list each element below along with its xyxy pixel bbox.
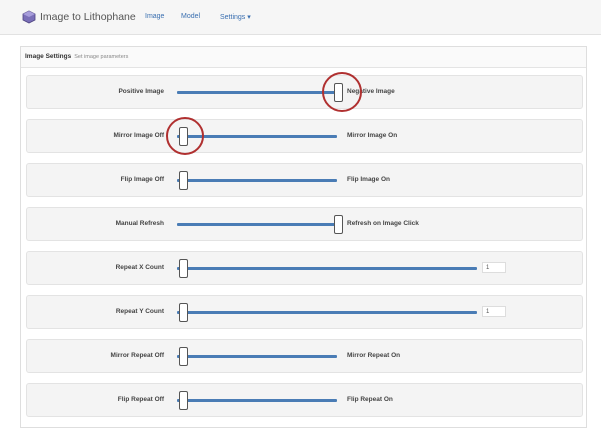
slider-track-flip-repeat[interactable] — [177, 399, 337, 402]
lithophane-logo-icon — [22, 10, 36, 24]
image-settings-panel: Image Settings Set image parameters Posit… — [20, 46, 587, 428]
label-flip-on: Flip Image On — [347, 176, 390, 183]
label-repeat-y: Repeat Y Count — [115, 308, 164, 315]
label-mirror-on: Mirror Image On — [347, 132, 398, 139]
panel-subtitle: Set image parameters — [74, 54, 129, 60]
label-flip-repeat-off: Flip Repeat Off — [117, 396, 164, 403]
panel-heading: Image Settings Set image parameters — [21, 47, 586, 68]
label-flip-repeat-on: Flip Repeat On — [347, 396, 393, 403]
nav-settings-dropdown[interactable]: Settings ▾ — [220, 13, 251, 21]
slider-thumb-repeat-x[interactable] — [179, 259, 188, 278]
setting-row-repeat-x: Repeat X Count 1 — [26, 251, 583, 285]
slider-track-negative[interactable] — [177, 91, 337, 94]
label-positive-image: Positive Image — [118, 88, 164, 95]
nav-model[interactable]: Model — [181, 13, 200, 20]
label-flip-off: Flip Image Off — [120, 176, 164, 183]
slider-track-repeat-y[interactable] — [177, 311, 477, 314]
slider-track-refresh[interactable] — [177, 223, 337, 226]
highlight-circle — [166, 117, 204, 155]
label-repeat-x: Repeat X Count — [115, 264, 164, 271]
slider-track-repeat-x[interactable] — [177, 267, 477, 270]
label-refresh-on-click: Refresh on Image Click — [347, 220, 419, 227]
slider-thumb-mirror-repeat[interactable] — [179, 347, 188, 366]
highlight-circle — [322, 72, 362, 112]
top-navbar: Image to Lithophane Image Model Settings… — [0, 0, 601, 35]
setting-row-mirror-repeat: Mirror Repeat Off Mirror Repeat On — [26, 339, 583, 373]
panel-title-text: Image Settings — [25, 53, 72, 60]
slider-thumb-flip-repeat[interactable] — [179, 391, 188, 410]
slider-thumb-flip[interactable] — [179, 171, 188, 190]
nav-image[interactable]: Image — [145, 13, 164, 20]
label-mirror-repeat-off: Mirror Repeat Off — [110, 352, 164, 359]
setting-row-flip-repeat: Flip Repeat Off Flip Repeat On — [26, 383, 583, 417]
setting-row-negative: Positive Image Negative Image — [26, 72, 583, 112]
slider-thumb-repeat-y[interactable] — [179, 303, 188, 322]
slider-thumb-refresh[interactable] — [334, 215, 343, 234]
setting-row-refresh: Manual Refresh Refresh on Image Click — [26, 207, 583, 241]
slider-track-flip[interactable] — [177, 179, 337, 182]
repeat-y-input[interactable]: 1 — [482, 306, 506, 317]
label-manual-refresh: Manual Refresh — [115, 220, 164, 227]
setting-row-flip: Flip Image Off Flip Image On — [26, 163, 583, 197]
setting-row-repeat-y: Repeat Y Count 1 — [26, 295, 583, 329]
panel-title: Image Settings Set image parameters — [25, 53, 128, 60]
setting-row-mirror: Mirror Image Off Mirror Image On — [26, 117, 583, 155]
label-mirror-repeat-on: Mirror Repeat On — [347, 352, 401, 359]
slider-track-mirror-repeat[interactable] — [177, 355, 337, 358]
app-brand[interactable]: Image to Lithophane — [40, 11, 136, 23]
label-mirror-off: Mirror Image Off — [113, 132, 164, 139]
repeat-x-input[interactable]: 1 — [482, 262, 506, 273]
